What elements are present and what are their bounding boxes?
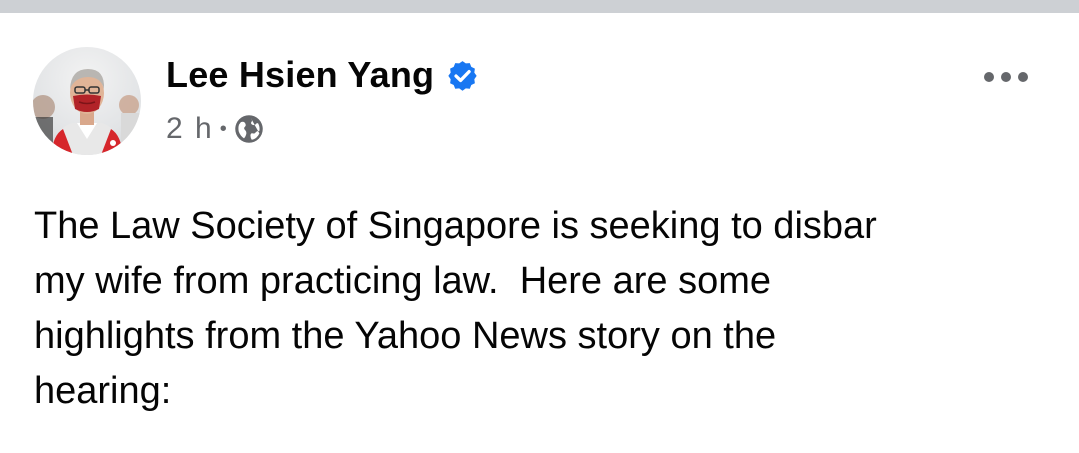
post-text-line: hearing:	[34, 370, 172, 412]
post-text-line: my wife from practicing law. Here are so…	[34, 260, 772, 302]
verified-badge-icon	[446, 59, 479, 92]
post-meta: 2 h •	[166, 111, 264, 147]
post-text-line: The Law Society of Singapore is seeking …	[34, 205, 877, 247]
feed-divider	[0, 0, 1079, 13]
post-text-line: highlights from the Yahoo News story on …	[34, 315, 777, 357]
more-options-icon	[983, 70, 1029, 88]
avatar[interactable]	[33, 47, 141, 155]
meta-separator: •	[219, 117, 227, 140]
more-options-button[interactable]	[978, 59, 1034, 99]
author-row: Lee Hsien Yang	[166, 53, 479, 97]
globe-icon[interactable]	[234, 114, 264, 144]
post-body-text: The Law Society of Singapore is seeking …	[34, 199, 1044, 419]
post-timestamp[interactable]: 2 h	[166, 112, 214, 146]
facebook-post: Lee Hsien Yang 2 h • The Law Society of …	[0, 13, 1079, 453]
author-name[interactable]: Lee Hsien Yang	[166, 54, 434, 96]
